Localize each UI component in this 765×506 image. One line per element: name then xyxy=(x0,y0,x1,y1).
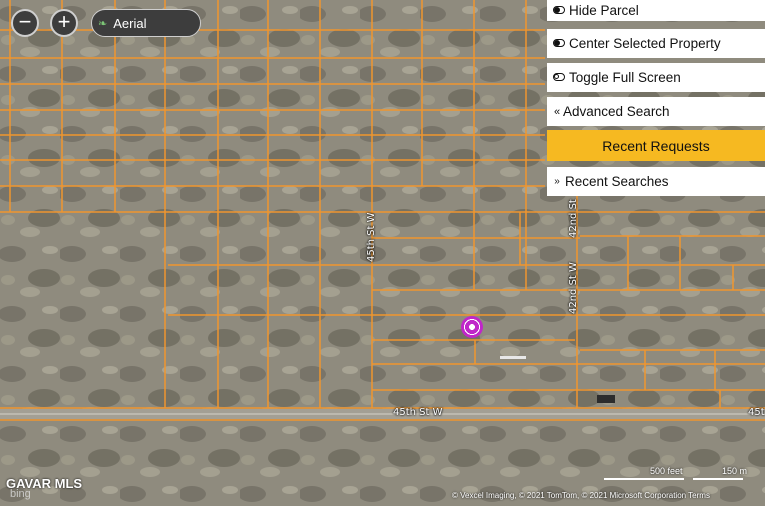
center-selected-label: Center Selected Property xyxy=(569,36,721,51)
road-label-45th-st-w-vertical: 45th St W xyxy=(366,212,377,263)
recent-searches-label: Recent Searches xyxy=(565,174,669,189)
building xyxy=(597,395,615,403)
layer-label: Aerial xyxy=(113,15,147,31)
scale-meters-label: 150 m xyxy=(722,466,748,476)
recent-searches-button[interactable]: » Recent Searches xyxy=(547,167,765,196)
double-chevron-left-icon: « xyxy=(553,105,561,118)
toggle-full-screen-button[interactable]: Toggle Full Screen xyxy=(547,63,765,92)
building xyxy=(500,356,526,359)
map-layer-selector[interactable]: ❧ Aerial xyxy=(91,9,201,37)
center-selected-property-button[interactable]: Center Selected Property xyxy=(547,29,765,58)
advanced-search-label: Advanced Search xyxy=(563,104,670,119)
selected-property-marker[interactable] xyxy=(461,316,483,338)
toggle-on-icon xyxy=(553,5,565,17)
toggle-full-screen-label: Toggle Full Screen xyxy=(569,70,681,85)
bing-logo: bing xyxy=(10,488,31,500)
scale-bar-meters xyxy=(693,478,743,480)
zoom-out-button[interactable]: − xyxy=(11,9,39,37)
toggle-off-icon xyxy=(553,72,565,84)
road-label-45th-right: 45t xyxy=(748,407,765,418)
advanced-search-button[interactable]: « Advanced Search xyxy=(547,97,765,126)
road-label-42nd-st: 42nd St xyxy=(568,199,579,238)
hide-parcel-label: Hide Parcel xyxy=(569,3,639,18)
recent-requests-label: Recent Requests xyxy=(602,137,710,154)
scale-feet-label: 500 feet xyxy=(650,466,683,476)
leaf-icon: ❧ xyxy=(98,17,108,30)
recent-requests-button[interactable]: Recent Requests xyxy=(547,130,765,161)
minus-icon: − xyxy=(18,9,32,34)
zoom-in-button[interactable]: + xyxy=(50,9,78,37)
toggle-on-icon xyxy=(553,38,565,50)
map-attribution[interactable]: © Vexcel Imaging, © 2021 TomTom, © 2021 … xyxy=(452,491,710,500)
road-label-42nd-st-w: 42nd St W xyxy=(568,262,579,314)
hide-parcel-button[interactable]: Hide Parcel xyxy=(547,0,765,21)
plus-icon: + xyxy=(57,9,71,34)
road-label-45th-st-w: 45th St W xyxy=(393,407,443,418)
double-chevron-down-icon: » xyxy=(554,176,560,187)
scale-bar-feet xyxy=(604,478,684,480)
